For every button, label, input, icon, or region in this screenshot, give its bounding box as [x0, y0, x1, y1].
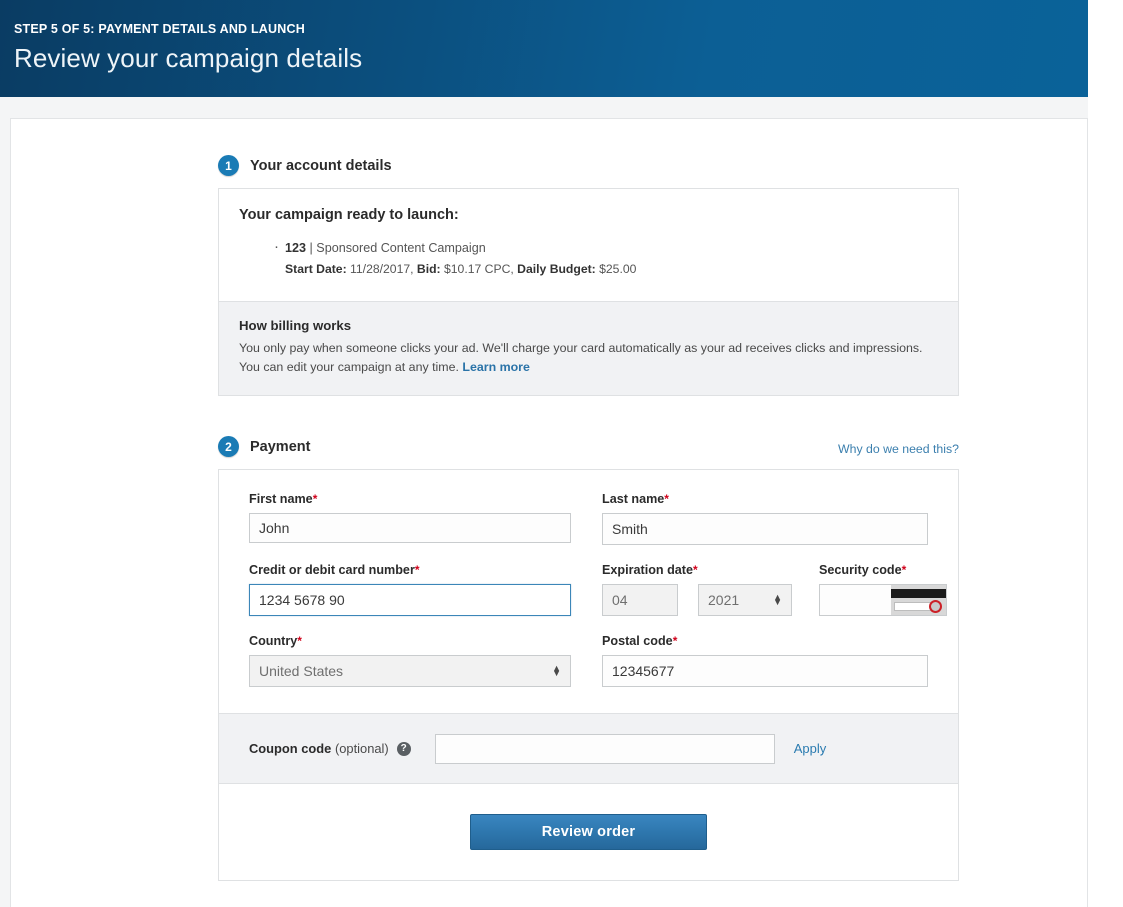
card-number-group: Credit or debit card number*	[249, 563, 571, 616]
first-name-input[interactable]	[249, 513, 571, 543]
page-header-banner: STEP 5 OF 5: PAYMENT DETAILS AND LAUNCH …	[0, 0, 1088, 97]
required-marker: *	[664, 492, 669, 506]
account-details-box: Your campaign ready to launch: 123 | Spo…	[218, 188, 959, 396]
payment-box: First name* Last name* Credit or debit c…	[218, 469, 959, 881]
postal-code-input[interactable]	[602, 655, 928, 687]
required-marker: *	[902, 563, 907, 577]
country-select[interactable]: United States ▲▼	[249, 655, 571, 687]
first-name-group: First name*	[249, 492, 571, 545]
question-mark-icon[interactable]: ?	[397, 742, 411, 756]
name-row: First name* Last name*	[249, 492, 928, 545]
step-badge-2: 2	[218, 436, 239, 457]
campaign-summary-heading: Your campaign ready to launch:	[239, 207, 938, 223]
campaign-list: 123 | Sponsored Content Campaign Start D…	[239, 239, 938, 279]
billing-title: How billing works	[239, 318, 938, 333]
card-row: Credit or debit card number* Expiration …	[249, 563, 928, 616]
required-marker: *	[415, 563, 420, 577]
billing-description: You only pay when someone clicks your ad…	[239, 339, 938, 377]
payment-heading: 2 Payment Why do we need this?	[218, 436, 959, 457]
postal-code-label: Postal code*	[602, 634, 928, 648]
campaign-separator: |	[310, 241, 313, 255]
page-title: Review your campaign details	[14, 42, 1088, 74]
required-marker: *	[297, 634, 302, 648]
campaign-id: 123	[285, 241, 306, 255]
security-code-group: Security code*	[819, 563, 947, 616]
step-indicator-label: STEP 5 OF 5: PAYMENT DETAILS AND LAUNCH	[14, 22, 1088, 36]
coupon-band: Coupon code (optional) ? Apply	[219, 713, 958, 784]
start-date-label: Start Date:	[285, 262, 347, 276]
last-name-input[interactable]	[602, 513, 928, 545]
postal-code-group: Postal code*	[602, 634, 928, 687]
coupon-code-label-text: Coupon code	[249, 741, 331, 756]
coupon-code-input[interactable]	[435, 734, 775, 764]
country-label-text: Country	[249, 634, 297, 648]
first-name-label-text: First name	[249, 492, 313, 506]
required-marker: *	[693, 563, 698, 577]
coupon-optional-text: (optional)	[335, 741, 389, 756]
security-code-label-text: Security code	[819, 563, 902, 577]
review-order-button[interactable]: Review order	[470, 814, 707, 850]
last-name-group: Last name*	[602, 492, 928, 545]
campaign-meta: Start Date: 11/28/2017, Bid: $10.17 CPC,…	[285, 260, 938, 279]
country-value: United States	[259, 663, 343, 679]
required-marker: *	[673, 634, 678, 648]
campaign-summary: Your campaign ready to launch: 123 | Spo…	[219, 189, 958, 301]
expiration-year-select[interactable]: 2021 ▲▼	[698, 584, 792, 616]
expiration-label-text: Expiration date	[602, 563, 693, 577]
address-row: Country* United States ▲▼ Postal code*	[249, 634, 928, 687]
daily-budget-value: $25.00	[599, 262, 636, 276]
daily-budget-label: Daily Budget:	[517, 262, 596, 276]
bid-value: $10.17 CPC,	[444, 262, 514, 276]
expiration-label: Expiration date*	[602, 563, 792, 577]
payment-fields: First name* Last name* Credit or debit c…	[219, 470, 958, 713]
billing-description-text: You only pay when someone clicks your ad…	[239, 341, 923, 374]
start-date-value: 11/28/2017,	[350, 262, 413, 276]
card-number-label-text: Credit or debit card number	[249, 563, 415, 577]
country-group: Country* United States ▲▼	[249, 634, 571, 687]
last-name-label: Last name*	[602, 492, 928, 506]
last-name-label-text: Last name	[602, 492, 664, 506]
campaign-name: Sponsored Content Campaign	[316, 241, 485, 255]
card-back-cvv-icon	[891, 585, 946, 615]
apply-coupon-link[interactable]: Apply	[794, 741, 827, 756]
payment-title: Payment	[250, 439, 310, 455]
chevron-updown-icon: ▲▼	[773, 595, 782, 605]
chevron-updown-icon: ▲▼	[552, 666, 561, 676]
form-column: 1 Your account details Your campaign rea…	[218, 155, 959, 881]
expiration-group: Expiration date* 04 2021 ▲▼	[602, 563, 792, 616]
step-badge-1: 1	[218, 155, 239, 176]
security-code-input[interactable]	[819, 584, 947, 616]
account-details-title: Your account details	[250, 158, 392, 174]
card-number-input[interactable]	[249, 584, 571, 616]
how-billing-works-panel: How billing works You only pay when some…	[219, 301, 958, 395]
learn-more-link[interactable]: Learn more	[462, 360, 529, 374]
country-label: Country*	[249, 634, 571, 648]
cvv-highlight-circle	[929, 600, 942, 613]
why-do-we-need-this-link[interactable]: Why do we need this?	[838, 442, 959, 456]
expiration-year-value: 2021	[708, 592, 739, 608]
first-name-label: First name*	[249, 492, 571, 506]
expiration-month-value: 04	[612, 592, 628, 608]
expiration-selects: 04 2021 ▲▼	[602, 584, 792, 616]
account-details-heading: 1 Your account details	[218, 155, 959, 176]
required-marker: *	[313, 492, 318, 506]
postal-code-label-text: Postal code	[602, 634, 673, 648]
campaign-list-item: 123 | Sponsored Content Campaign Start D…	[285, 239, 938, 279]
content-panel: 1 Your account details Your campaign rea…	[10, 118, 1088, 907]
bid-label: Bid:	[417, 262, 441, 276]
card-number-label: Credit or debit card number*	[249, 563, 571, 577]
expiration-month-select[interactable]: 04	[602, 584, 678, 616]
magnetic-stripe	[891, 589, 946, 598]
coupon-code-label: Coupon code (optional)	[249, 741, 389, 756]
submit-band: Review order	[219, 784, 958, 880]
security-code-label: Security code*	[819, 563, 947, 577]
